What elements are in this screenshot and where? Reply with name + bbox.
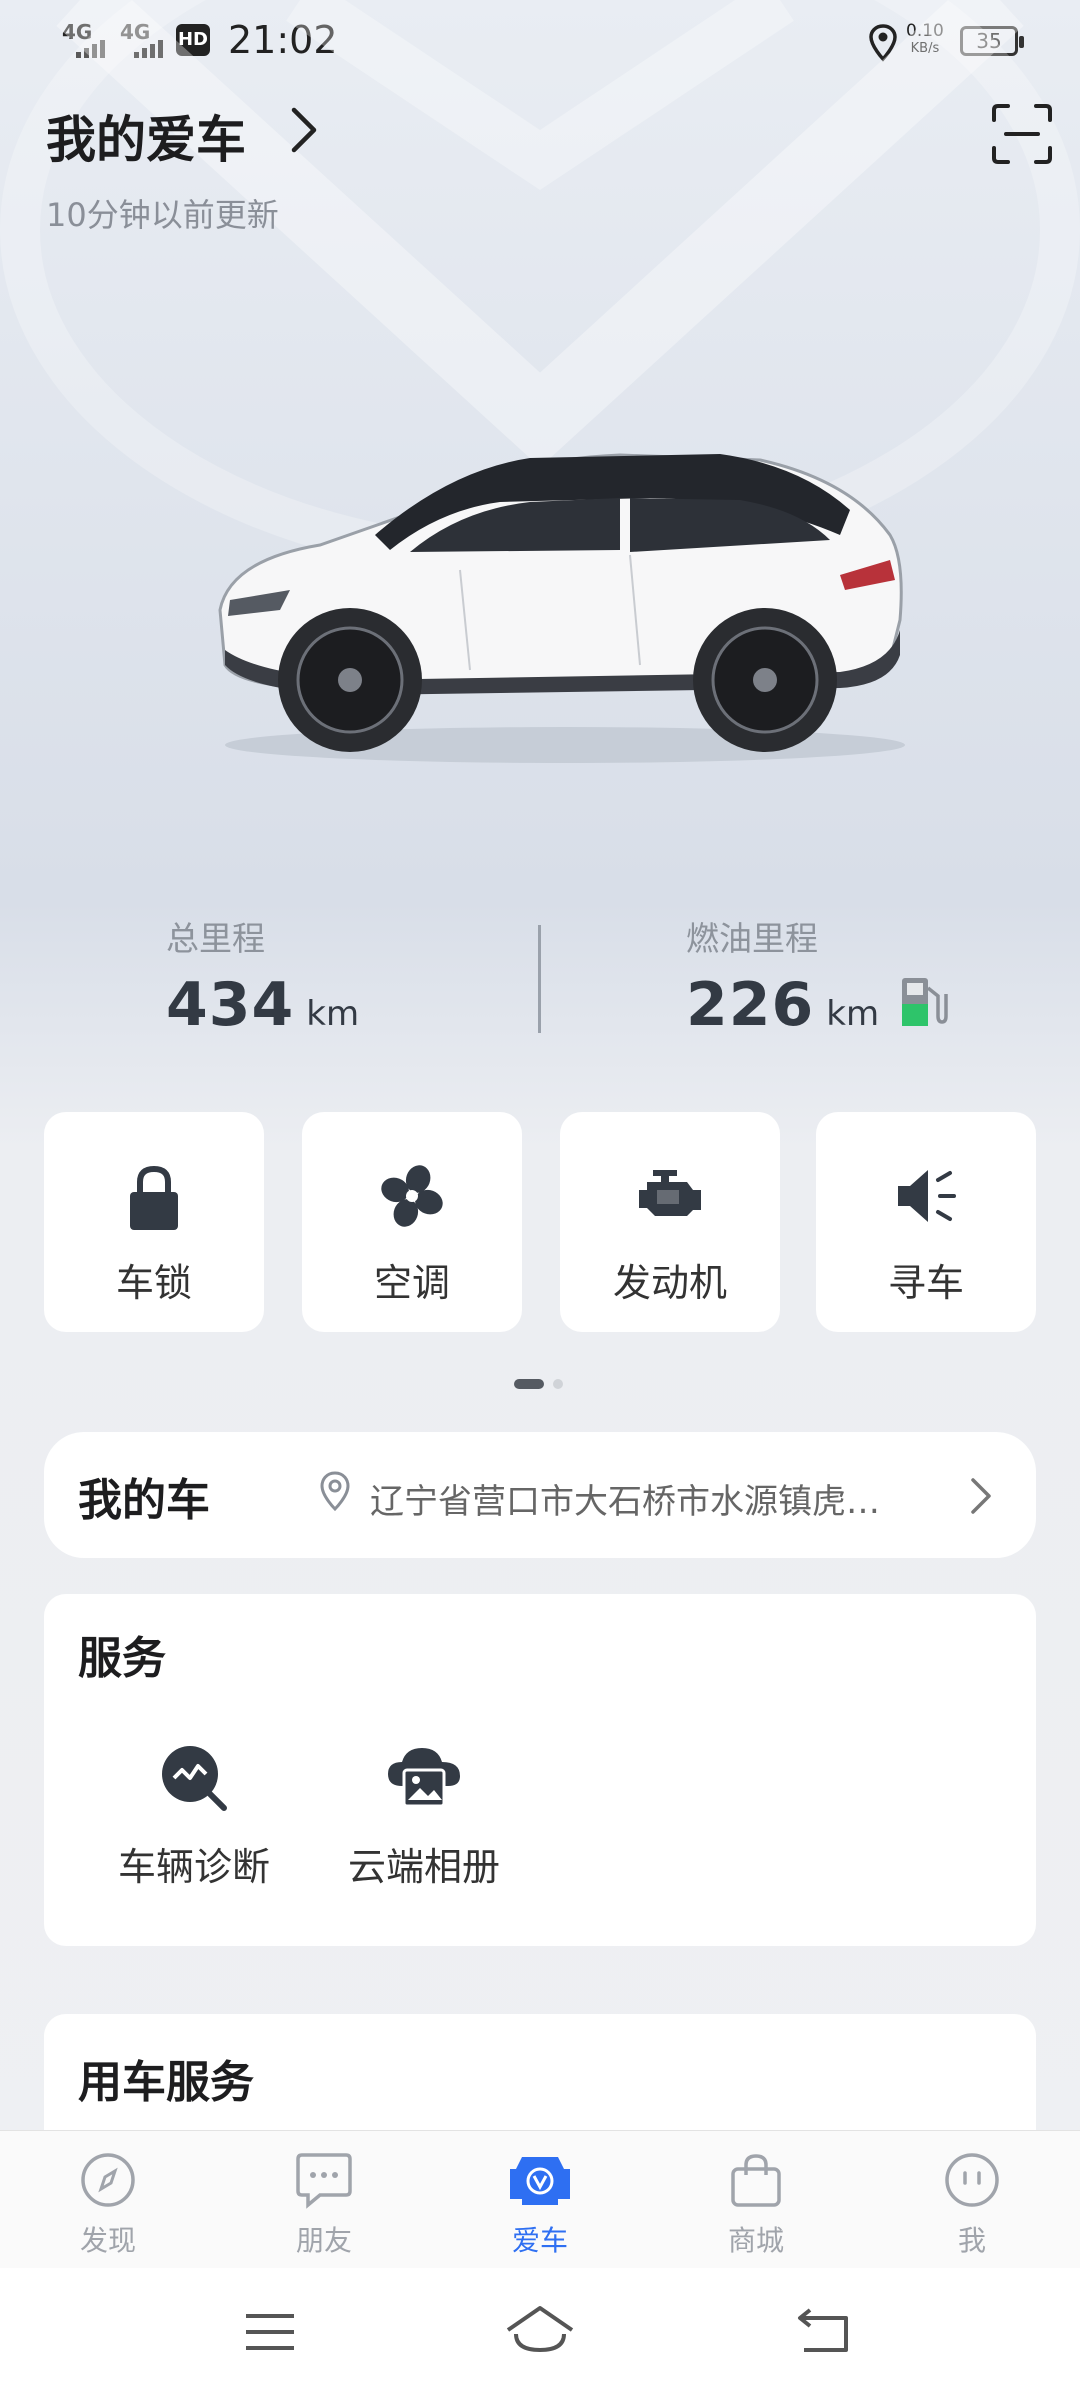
lock-label: 车锁	[115, 1261, 192, 1305]
tab-friends-label: 朋友	[295, 2224, 352, 2257]
engine-icon	[639, 1170, 701, 1216]
location-pin-icon	[320, 1471, 350, 1512]
fuel-mileage-label: 燃油里程	[686, 919, 818, 958]
tab-mall-label: 商城	[727, 2224, 784, 2257]
update-time: 10分钟以前更新	[46, 196, 279, 234]
car-services-title: 用车服务	[78, 2057, 254, 2108]
horn-icon	[898, 1170, 956, 1222]
tab-my-car[interactable]: 爱车	[470, 2151, 610, 2259]
fuel-mileage: 燃油里程 226 km	[686, 912, 879, 1040]
my-car-title: 我的车	[78, 1475, 210, 1526]
services-title: 服务	[78, 1633, 166, 1684]
engine-control[interactable]: 发动机	[560, 1112, 780, 1332]
divider	[538, 925, 541, 1033]
scan-icon[interactable]	[990, 102, 1054, 166]
cloud-album-button[interactable]: 云端相册	[324, 1742, 524, 1891]
page-title[interactable]: 我的爱车	[46, 100, 246, 172]
total-mileage-unit: km	[306, 994, 360, 1034]
fuel-mileage-unit: km	[826, 994, 880, 1034]
chevron-right-icon[interactable]	[288, 102, 320, 158]
car-icon	[510, 2157, 570, 2205]
system-nav-bar	[0, 2268, 1080, 2400]
my-car-location-row[interactable]: 我的车 辽宁省营口市大石桥市水源镇虎…	[44, 1432, 1036, 1558]
home-icon[interactable]	[504, 2304, 576, 2356]
car-image	[218, 453, 905, 763]
back-icon[interactable]	[796, 2308, 850, 2354]
fuel-pump-icon	[902, 978, 948, 1026]
car-address: 辽宁省营口市大石桥市水源镇虎…	[370, 1482, 880, 1522]
chat-icon	[296, 2153, 352, 2209]
bag-icon	[731, 2154, 781, 2207]
engine-label: 发动机	[612, 1261, 727, 1305]
total-mileage-value: 434	[166, 970, 295, 1040]
cloud-album-icon	[388, 1748, 460, 1808]
tab-me[interactable]: 我	[902, 2151, 1042, 2259]
lock-control[interactable]: 车锁	[44, 1112, 264, 1332]
menu-icon[interactable]	[244, 2312, 296, 2352]
diagnosis-icon	[162, 1746, 227, 1811]
tab-me-label: 我	[957, 2224, 986, 2257]
services-card: 服务 车辆诊断 云端相册	[44, 1594, 1036, 1946]
ac-control[interactable]: 空调	[302, 1112, 522, 1332]
vehicle-diagnosis-label: 车辆诊断	[117, 1845, 270, 1889]
fuel-mileage-value: 226	[686, 970, 815, 1040]
bottom-tab-bar: 发现 朋友 爱车 商城 我	[0, 2130, 1080, 2269]
cloud-album-label: 云端相册	[347, 1845, 500, 1889]
vehicle-diagnosis-button[interactable]: 车辆诊断	[94, 1742, 294, 1891]
page-indicator	[514, 1379, 563, 1389]
tab-discover-label: 发现	[79, 2224, 136, 2257]
tab-mall[interactable]: 商城	[686, 2151, 826, 2259]
tab-friends[interactable]: 朋友	[254, 2151, 394, 2259]
compass-icon	[81, 2153, 135, 2207]
chevron-right-icon	[971, 1478, 991, 1514]
total-mileage-label: 总里程	[166, 919, 265, 958]
total-mileage: 总里程 434 km	[166, 912, 359, 1040]
tab-discover[interactable]: 发现	[38, 2151, 178, 2259]
tab-my-car-label: 爱车	[511, 2224, 568, 2257]
fan-icon	[381, 1165, 443, 1227]
ac-label: 空调	[373, 1261, 450, 1305]
face-icon	[945, 2153, 999, 2207]
lock-icon	[130, 1165, 178, 1230]
find-car-control[interactable]: 寻车	[816, 1112, 1036, 1332]
find-car-label: 寻车	[887, 1261, 964, 1305]
